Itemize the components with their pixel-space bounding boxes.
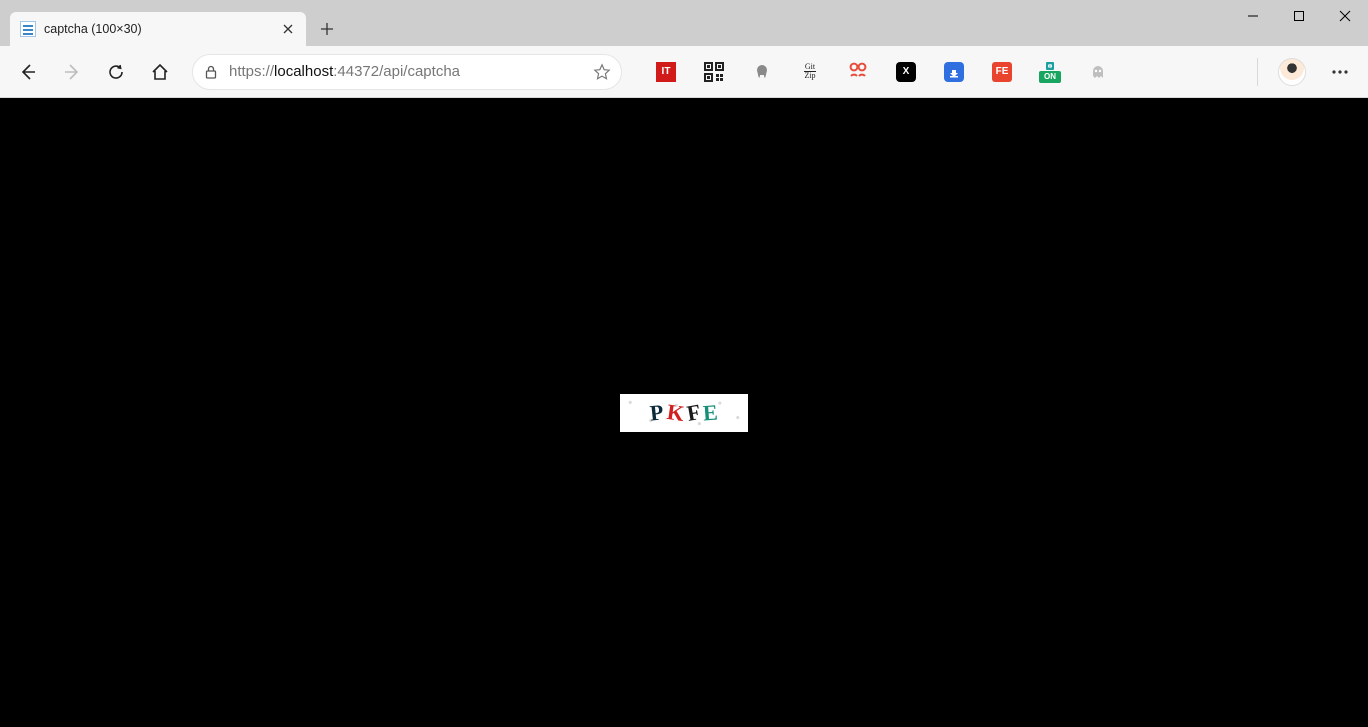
new-tab-button[interactable] xyxy=(310,12,344,46)
ghost-icon xyxy=(1088,62,1108,82)
refresh-button[interactable] xyxy=(96,52,136,92)
tab-title: captcha (100×30) xyxy=(44,22,272,36)
url-path: :44372/api/captcha xyxy=(333,63,460,80)
url-text: https://localhost:44372/api/captcha xyxy=(229,63,583,80)
captcha-letter-1: K xyxy=(665,400,685,424)
url-scheme: https:// xyxy=(229,63,274,80)
forward-button[interactable] xyxy=(52,52,92,92)
window-maximize-button[interactable] xyxy=(1276,0,1322,32)
home-icon xyxy=(150,62,170,82)
settings-extension[interactable] xyxy=(838,52,878,92)
fe-extension-icon: FE xyxy=(992,62,1012,82)
toolbar: https://localhost:44372/api/captcha IT G… xyxy=(0,46,1368,98)
back-button[interactable] xyxy=(8,52,48,92)
on-extension[interactable]: i ON xyxy=(1030,52,1070,92)
separator xyxy=(1257,58,1258,86)
it-extension-icon: IT xyxy=(656,62,676,82)
page-viewport: P K F E xyxy=(0,98,1368,727)
extensions-row: IT GitZip X FE xyxy=(634,52,1360,92)
octopus-icon xyxy=(752,62,772,82)
url-host: localhost xyxy=(274,63,333,80)
home-button[interactable] xyxy=(140,52,180,92)
downloader-icon xyxy=(944,62,964,82)
refresh-icon xyxy=(106,62,126,82)
x-extension[interactable]: X xyxy=(886,52,926,92)
page-favicon-icon xyxy=(20,21,36,37)
arrow-left-icon xyxy=(18,62,38,82)
profile-button[interactable] xyxy=(1272,52,1312,92)
lock-icon xyxy=(203,64,219,80)
browser-tab[interactable]: captcha (100×30) xyxy=(10,12,306,46)
close-icon xyxy=(1339,10,1351,22)
captcha-image: P K F E xyxy=(620,394,748,432)
gitzip-extension[interactable]: GitZip xyxy=(790,52,830,92)
titlebar: captcha (100×30) xyxy=(0,0,1368,46)
qr-extension[interactable] xyxy=(694,52,734,92)
qr-icon xyxy=(704,62,724,82)
settings-extension-icon xyxy=(847,61,869,83)
maximize-icon xyxy=(1293,10,1305,22)
address-bar[interactable]: https://localhost:44372/api/captcha xyxy=(192,54,622,90)
tab-close-button[interactable] xyxy=(280,21,296,37)
ellipsis-icon xyxy=(1330,62,1350,82)
close-icon xyxy=(283,24,293,34)
x-extension-icon: X xyxy=(896,62,916,82)
captcha-letter-2: F xyxy=(685,400,702,424)
octotree-extension[interactable] xyxy=(742,52,782,92)
more-menu-button[interactable] xyxy=(1320,52,1360,92)
favorite-star-icon[interactable] xyxy=(593,63,611,81)
window-controls xyxy=(1230,0,1368,32)
captcha-letter-0: P xyxy=(649,401,665,424)
fe-extension[interactable]: FE xyxy=(982,52,1022,92)
avatar-icon xyxy=(1278,58,1306,86)
it-extension[interactable]: IT xyxy=(646,52,686,92)
plus-icon xyxy=(320,22,334,36)
window-close-button[interactable] xyxy=(1322,0,1368,32)
arrow-right-icon xyxy=(62,62,82,82)
on-extension-icon: i ON xyxy=(1039,61,1061,83)
minimize-icon xyxy=(1247,10,1259,22)
gitzip-icon: GitZip xyxy=(804,63,815,80)
downloader-extension[interactable] xyxy=(934,52,974,92)
captcha-letter-3: E xyxy=(702,401,718,424)
ghost-extension[interactable] xyxy=(1078,52,1118,92)
window-minimize-button[interactable] xyxy=(1230,0,1276,32)
